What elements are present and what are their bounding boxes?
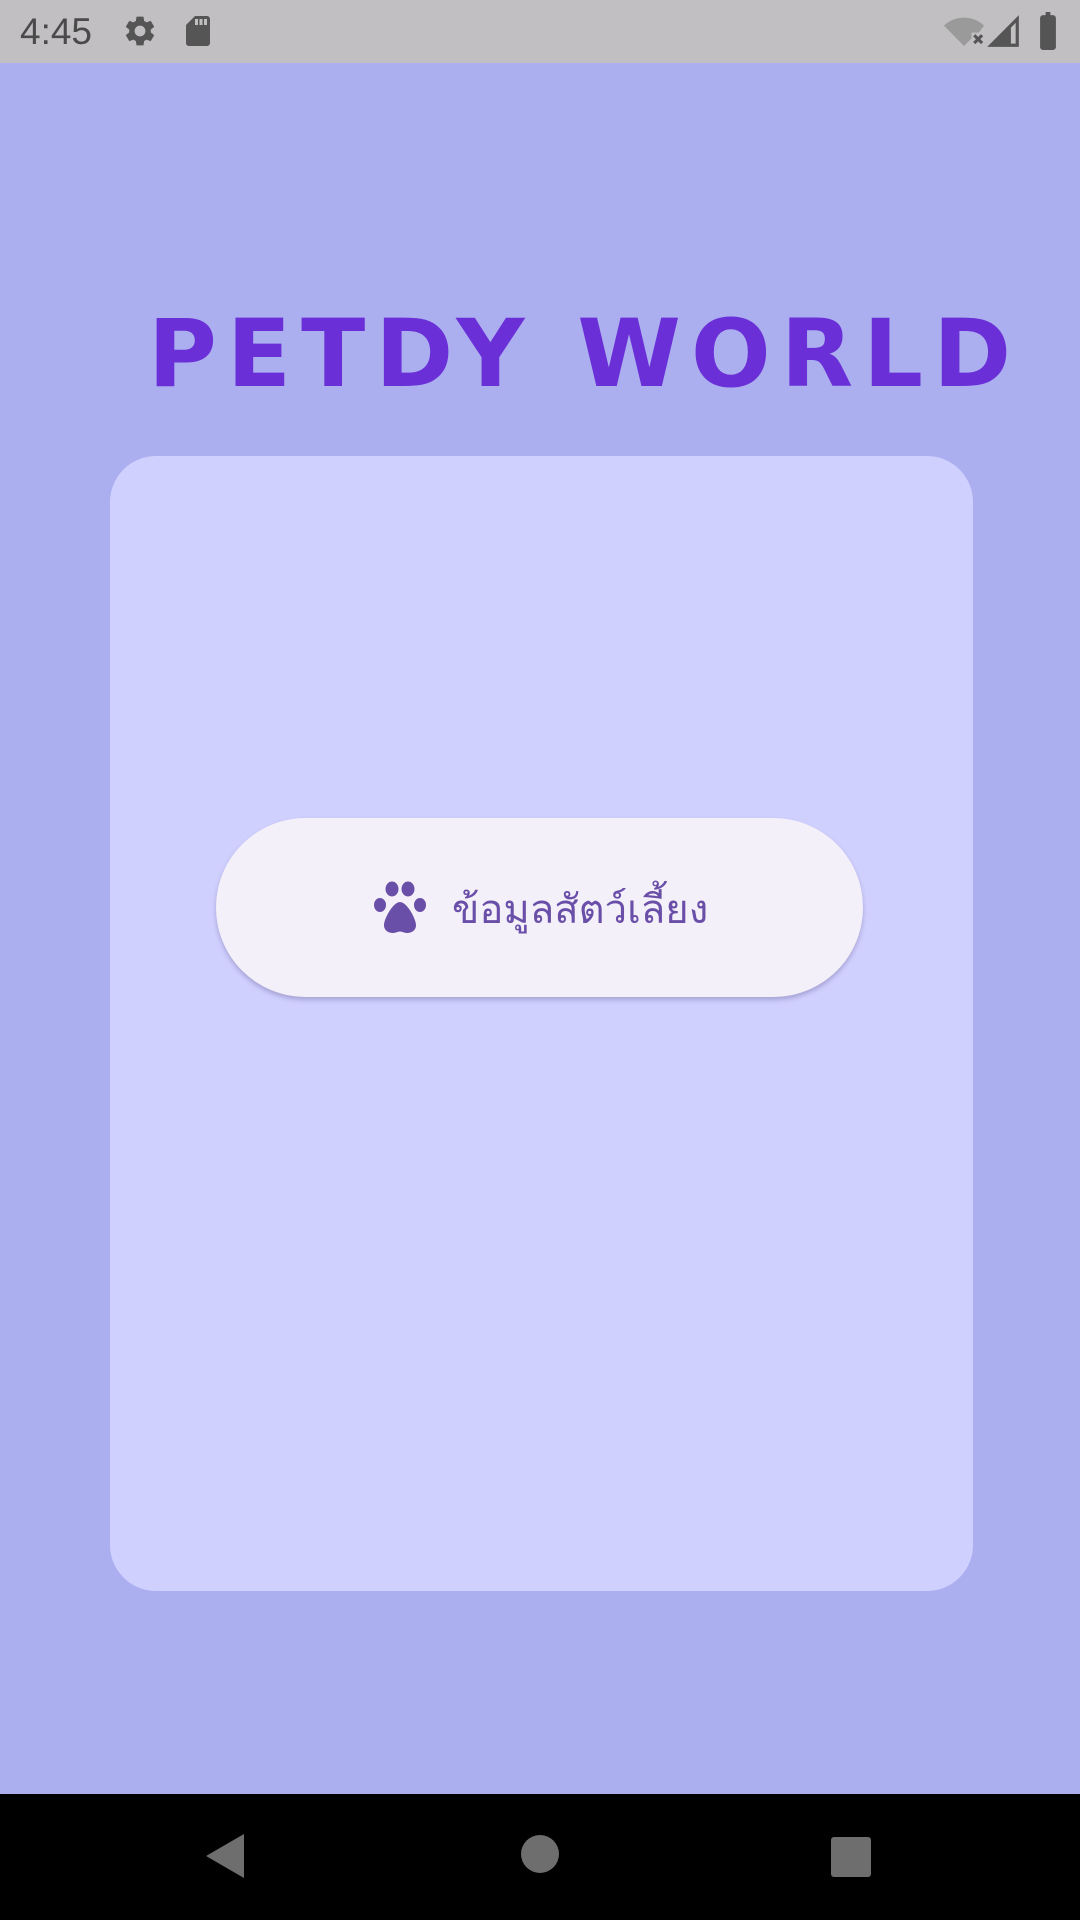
home-icon[interactable] — [520, 1834, 560, 1874]
back-icon[interactable] — [204, 1832, 246, 1880]
paw-icon — [374, 881, 426, 933]
status-bar: 4:45 — [0, 0, 1080, 63]
pet-info-label: ข้อมูลสัตว์เลี้ยง — [452, 887, 709, 933]
wifi-off-icon — [944, 17, 984, 46]
recents-icon[interactable] — [830, 1836, 872, 1878]
menu-card — [110, 456, 973, 1591]
app-screen: 4:45 PETDY WORLD ข้อมูลสัตว์เลี้ยง — [0, 0, 1080, 1920]
battery-icon — [1040, 12, 1056, 50]
cell-signal-icon — [987, 15, 1019, 47]
status-time: 4:45 — [20, 11, 93, 52]
settings-icon — [125, 16, 155, 46]
app-title: PETDY WORLD — [148, 300, 1022, 409]
sd-card-icon — [186, 16, 210, 46]
navigation-bar — [0, 1794, 1080, 1920]
